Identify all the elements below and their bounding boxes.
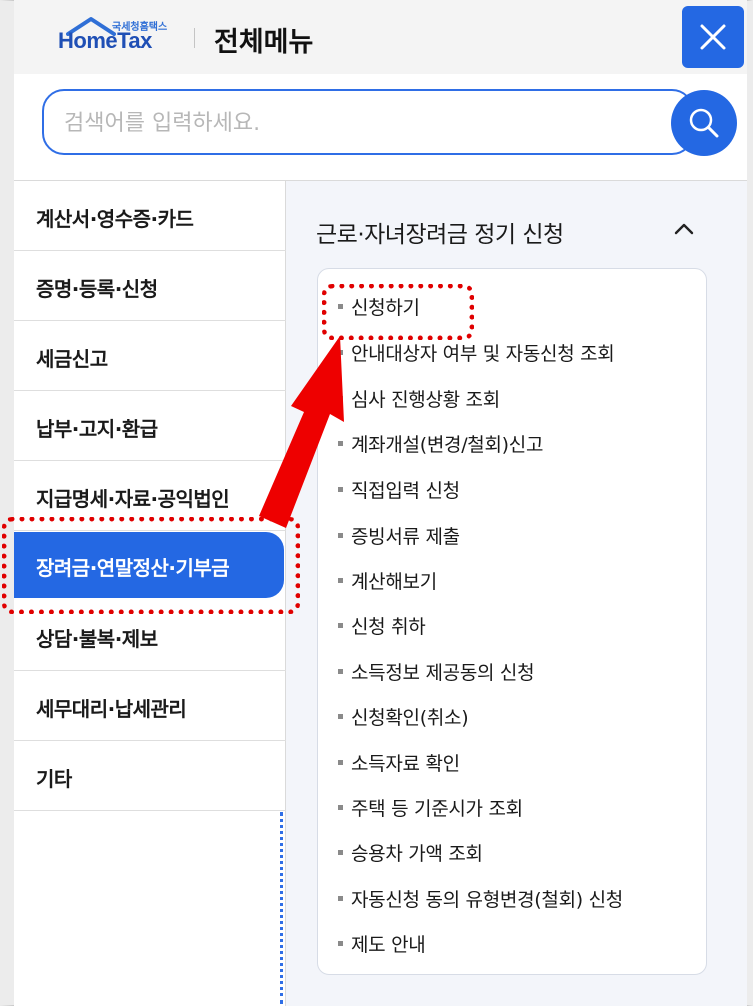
arrow-annotation-icon: [259, 336, 344, 528]
